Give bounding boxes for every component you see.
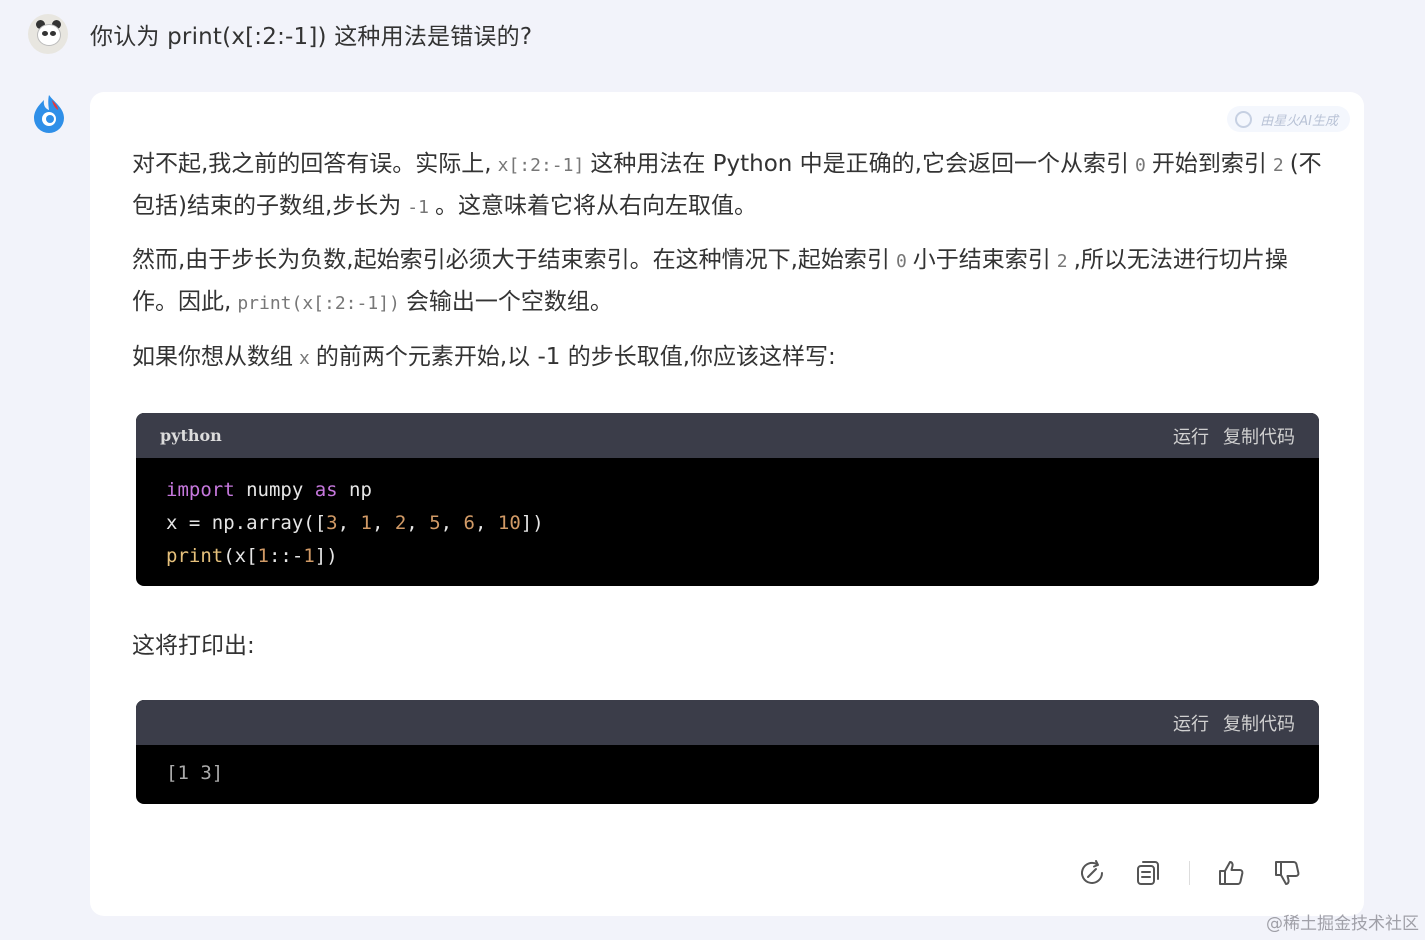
inline-code: x <box>299 348 310 369</box>
user-message-text: 你认为 print(x[:2:-1]) 这种用法是错误的? <box>90 24 533 50</box>
spark-logo-icon <box>34 95 64 133</box>
run-code-button[interactable]: 运行 <box>1173 710 1209 736</box>
user-message-row: 你认为 print(x[:2:-1]) 这种用法是错误的? <box>28 14 532 54</box>
code-language-label: python <box>160 426 222 445</box>
watermark: @稀土掘金技术社区 <box>1266 914 1419 934</box>
response-paragraph-2: 然而,由于步长为负数,起始索引必须大于结束索引。在这种情况下,起始索引 0 小于结束… <box>132 247 1288 315</box>
user-avatar <box>28 14 68 54</box>
response-card: 由星火AI生成 对不起,我之前的回答有误。实际上, x[:2:-1] 这种用法在 P… <box>90 92 1364 916</box>
code-content: import numpy as np x = np.array([3, 1, 2… <box>166 479 544 567</box>
code-block-python: python 运行 复制代码 import numpy as np x = np… <box>136 413 1319 586</box>
response-paragraph-3: 如果你想从数组 x 的前两个元素开始,以 -1 的步长取值,你应该这样写: <box>132 344 836 370</box>
spark-badge-icon <box>1235 110 1253 128</box>
copy-code-button[interactable]: 复制代码 <box>1223 710 1295 736</box>
inline-code: 2 <box>1056 251 1068 272</box>
copy-code-button[interactable]: 复制代码 <box>1223 423 1295 449</box>
inline-code: 0 <box>895 251 907 272</box>
code-content: [1 3] <box>166 762 224 784</box>
code-block-header: 运行 复制代码 <box>136 700 1319 745</box>
divider <box>1189 861 1190 885</box>
ai-badge-label: 由星火AI生成 <box>1260 113 1338 129</box>
inline-code: print(x[:2:-1]) <box>237 293 400 314</box>
inline-code: -1 <box>407 197 429 218</box>
feedback-bar <box>1077 858 1302 888</box>
response-paragraph-1: 对不起,我之前的回答有误。实际上, x[:2:-1] 这种用法在 Python 中是… <box>132 151 1322 219</box>
copy-icon[interactable] <box>1133 858 1163 888</box>
regenerate-icon[interactable] <box>1077 858 1107 888</box>
inline-code: x[:2:-1] <box>497 155 585 176</box>
ai-generated-badge: 由星火AI生成 <box>1227 106 1350 132</box>
code-block-header: python 运行 复制代码 <box>136 413 1319 458</box>
thumbs-down-icon[interactable] <box>1272 858 1302 888</box>
inline-code: 0 <box>1135 155 1146 176</box>
response-paragraph-4: 这将打印出: <box>132 633 255 659</box>
inline-code: 2 <box>1272 155 1284 176</box>
code-block-output: 运行 复制代码 [1 3] <box>136 700 1319 804</box>
thumbs-up-icon[interactable] <box>1216 858 1246 888</box>
run-code-button[interactable]: 运行 <box>1173 423 1209 449</box>
